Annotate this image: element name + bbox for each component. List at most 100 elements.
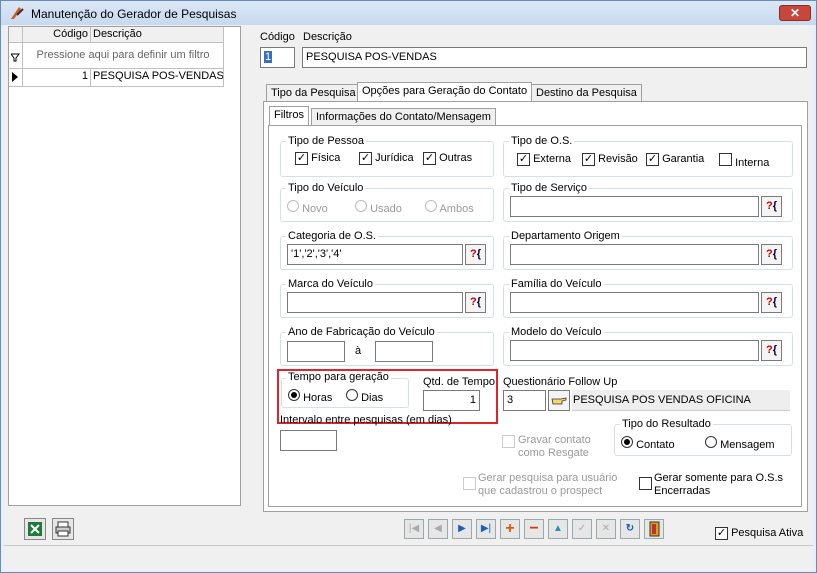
ambos-radio[interactable] <box>425 200 437 212</box>
table-row-desc[interactable]: PESQUISA POS-VENDAS <box>91 69 224 87</box>
familia-input[interactable] <box>510 292 759 313</box>
col-header-code[interactable]: Código <box>23 27 91 43</box>
contato-label: Contato <box>636 439 675 451</box>
lookup-brace-icon: { <box>772 344 777 356</box>
close-button[interactable]: ✕ <box>779 5 811 21</box>
checkbox-revisao[interactable]: ✓ Revisão <box>582 153 638 166</box>
checkbox-outras[interactable]: ✓ Outras <box>423 152 472 165</box>
modelo-lookup-button[interactable]: ?{ <box>761 340 782 361</box>
questionario-label: Questionário Follow Up <box>503 376 618 388</box>
prior-record-button[interactable]: ◀ <box>428 519 448 539</box>
gerar-os-check[interactable] <box>639 477 652 490</box>
usado-radio[interactable] <box>355 200 367 212</box>
tipo-servico-input[interactable] <box>510 196 759 217</box>
prior-icon: ◀ <box>434 523 442 534</box>
pesquisa-ativa-check[interactable]: ✓ <box>715 527 728 540</box>
col-header-desc[interactable]: Descrição <box>91 27 224 43</box>
modelo-input[interactable] <box>510 340 759 361</box>
novo-radio[interactable] <box>287 200 299 212</box>
radio-contato[interactable]: Contato <box>621 436 675 451</box>
tab-opcoes-geracao[interactable]: Opções para Geração do Contato <box>357 82 533 102</box>
outras-check[interactable]: ✓ <box>423 152 436 165</box>
radio-ambos[interactable]: Ambos <box>425 200 474 215</box>
next-record-button[interactable]: ▶ <box>452 519 472 539</box>
pesquisa-ativa-checkbox[interactable]: ✓ Pesquisa Ativa <box>715 527 803 540</box>
interna-check[interactable] <box>719 153 732 166</box>
first-record-button[interactable]: |◀ <box>404 519 424 539</box>
description-field[interactable]: PESQUISA POS-VENDAS <box>302 47 807 68</box>
tipo-servico-label: Tipo de Serviço <box>509 182 590 194</box>
qtd-tempo-input[interactable]: 1 <box>423 390 480 411</box>
delete-button[interactable]: − <box>524 519 544 539</box>
dias-label: Dias <box>361 392 384 404</box>
gerar-usuario-check[interactable] <box>463 477 476 490</box>
marca-lookup-button[interactable]: ?{ <box>465 292 486 313</box>
lookup-brace-icon: { <box>476 248 481 260</box>
fisica-check[interactable]: ✓ <box>295 152 308 165</box>
filter-row[interactable]: Pressione aqui para definir um filtro <box>23 43 224 69</box>
gerar-usuario-line2: que cadastrou o prospect <box>478 485 603 497</box>
marca-input[interactable] <box>287 292 463 313</box>
gravar-check[interactable] <box>502 435 515 448</box>
checkbox-externa[interactable]: ✓ Externa <box>517 153 571 166</box>
questionario-desc: PESQUISA POS VENDAS OFICINA <box>572 390 790 411</box>
code-field[interactable]: 1 <box>260 47 295 68</box>
excel-export-button[interactable] <box>24 518 46 540</box>
lookup-icon: ? <box>765 248 773 260</box>
mensagem-radio[interactable] <box>705 436 717 448</box>
juridica-check[interactable]: ✓ <box>359 152 372 165</box>
subtab-informacoes[interactable]: Informações do Contato/Mensagem <box>311 108 496 126</box>
fisica-label: Física <box>311 152 341 164</box>
table-row-code[interactable]: 1 <box>23 69 91 87</box>
gerar-os-line2: Encerradas <box>654 485 711 497</box>
lookup-icon: ? <box>765 344 773 356</box>
tipo-servico-lookup-button[interactable]: ?{ <box>761 196 782 217</box>
insert-button[interactable]: + <box>500 519 520 539</box>
categoria-os-input[interactable]: '1','2','3','4' <box>287 244 463 265</box>
tab-tipo-pesquisa[interactable]: Tipo da Pesquisa <box>266 84 361 102</box>
externa-check[interactable]: ✓ <box>517 153 530 166</box>
radio-novo[interactable]: Novo <box>287 200 328 215</box>
dias-radio[interactable] <box>346 389 358 401</box>
intervalo-input[interactable] <box>280 430 337 451</box>
revisao-check[interactable]: ✓ <box>582 153 595 166</box>
refresh-button[interactable]: ↻ <box>620 519 640 539</box>
cancel-button[interactable]: ✕ <box>596 519 616 539</box>
checkbox-fisica[interactable]: ✓ Física <box>295 152 340 165</box>
post-button[interactable]: ✓ <box>572 519 592 539</box>
last-record-button[interactable]: ▶| <box>476 519 496 539</box>
depto-origem-lookup-button[interactable]: ?{ <box>761 244 782 265</box>
ano-to-input[interactable] <box>375 341 433 362</box>
interna-label: Interna <box>735 157 770 169</box>
exit-button[interactable] <box>644 519 664 539</box>
records-grid[interactable]: Código Descrição Pressione aqui para def… <box>8 26 241 506</box>
window-title: Manutenção do Gerador de Pesquisas <box>31 7 237 21</box>
outras-label: Outras <box>439 152 473 164</box>
radio-usado[interactable]: Usado <box>355 200 402 215</box>
contato-radio[interactable] <box>621 436 633 448</box>
garantia-label: Garantia <box>662 153 705 165</box>
questionario-code-input[interactable]: 3 <box>503 390 546 411</box>
depto-origem-input[interactable] <box>510 244 759 265</box>
edit-button[interactable]: ▲ <box>548 519 568 539</box>
checkbox-interna[interactable]: Interna <box>719 153 769 169</box>
gravar-checkbox[interactable] <box>502 435 515 451</box>
garantia-check[interactable]: ✓ <box>646 153 659 166</box>
radio-mensagem[interactable]: Mensagem <box>705 436 774 451</box>
radio-dias[interactable]: Dias <box>346 389 383 404</box>
checkbox-garantia[interactable]: ✓ Garantia <box>646 153 704 166</box>
subtab-filtros[interactable]: Filtros <box>269 106 309 126</box>
familia-lookup-button[interactable]: ?{ <box>761 292 782 313</box>
gerar-os-checkbox[interactable] <box>639 477 652 493</box>
mensagem-label: Mensagem <box>720 439 775 451</box>
usado-label: Usado <box>370 203 402 215</box>
tab-destino-pesquisa[interactable]: Destino da Pesquisa <box>531 84 642 102</box>
radio-horas[interactable]: Horas <box>288 389 332 404</box>
ano-from-input[interactable] <box>287 341 345 362</box>
gerar-usuario-checkbox[interactable] <box>463 477 476 493</box>
checkbox-juridica[interactable]: ✓ Jurídica <box>359 152 414 165</box>
horas-radio[interactable] <box>288 389 300 401</box>
questionario-lookup-button[interactable] <box>548 390 570 411</box>
print-button[interactable] <box>52 518 74 540</box>
categoria-os-lookup-button[interactable]: ?{ <box>465 244 486 265</box>
